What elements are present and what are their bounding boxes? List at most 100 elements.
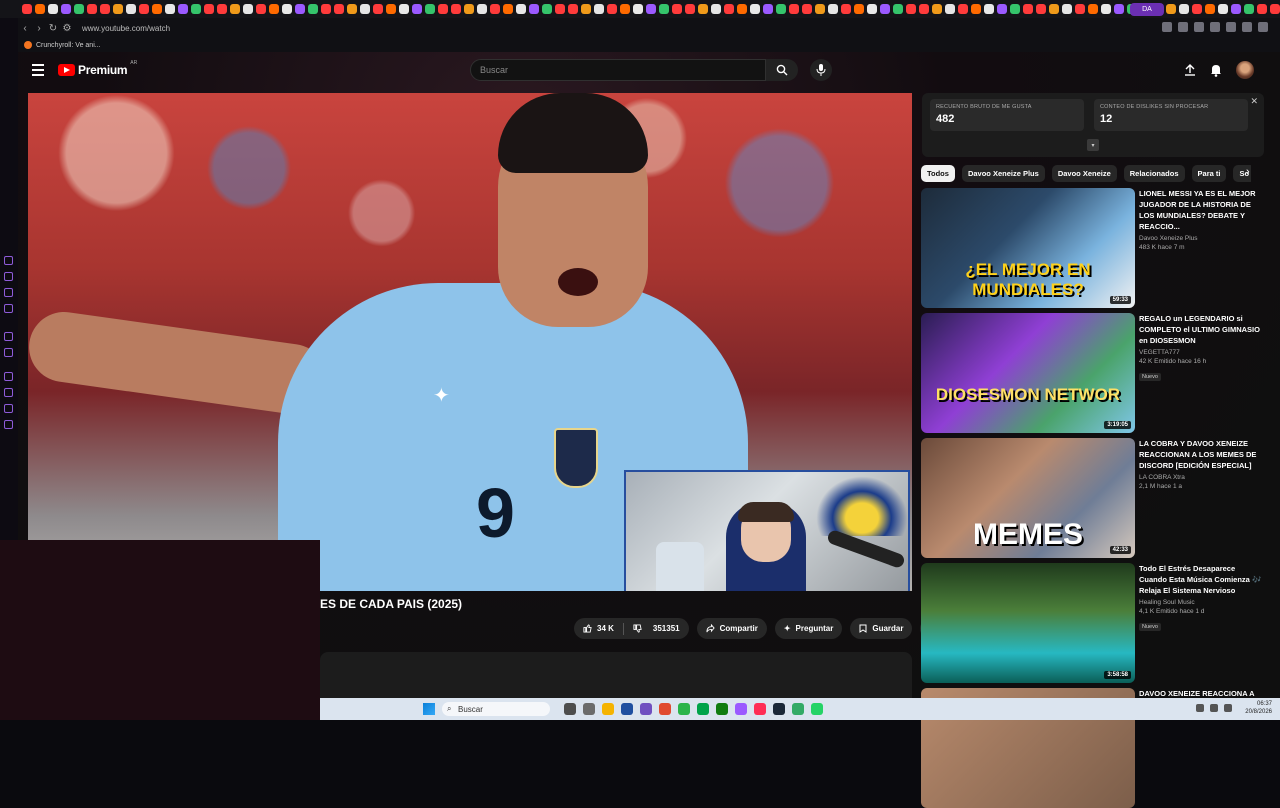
app-icon[interactable]	[792, 703, 804, 715]
browser-tab[interactable]	[191, 4, 201, 14]
browser-tab[interactable]	[724, 4, 734, 14]
browser-tab[interactable]	[1179, 4, 1189, 14]
channel-name[interactable]: LA COBRA Xtra	[1139, 474, 1265, 481]
chevron-right-icon[interactable]: ›	[1246, 166, 1250, 178]
thumbs-down-icon[interactable]	[633, 624, 642, 633]
clock-icon[interactable]	[4, 388, 13, 397]
browser-tab[interactable]	[1192, 4, 1202, 14]
browser-tab[interactable]	[828, 4, 838, 14]
like-button[interactable]: 34 K 351351	[574, 618, 689, 639]
channel-name[interactable]: VEGETTA777	[1139, 349, 1265, 356]
browser-tab[interactable]	[217, 4, 227, 14]
settings-icon[interactable]	[4, 420, 13, 429]
browser-tab[interactable]	[893, 4, 903, 14]
browser-tab[interactable]	[204, 4, 214, 14]
file-explorer-icon[interactable]	[583, 703, 595, 715]
browser-tab[interactable]	[971, 4, 981, 14]
thumbnail[interactable]: MEMES 42:33	[921, 438, 1135, 558]
browser-tab[interactable]	[438, 4, 448, 14]
browser-tab[interactable]	[1114, 4, 1124, 14]
avatar[interactable]	[1236, 61, 1254, 79]
heart-icon[interactable]	[1210, 22, 1220, 32]
browser-tab[interactable]	[711, 4, 721, 14]
browser-tab[interactable]	[1062, 4, 1072, 14]
recommendation-item[interactable]: MEMES 42:33 LA COBRA Y DAVOO XENEIZE REACC…	[921, 438, 1280, 558]
browser-tab[interactable]	[1036, 4, 1046, 14]
browser-tab[interactable]	[776, 4, 786, 14]
browser-tab[interactable]	[295, 4, 305, 14]
browser-tab[interactable]	[490, 4, 500, 14]
recommendation-item[interactable]: DIOSESMON NETWOR 3:19:05 REGALO un LEGENDA…	[921, 313, 1280, 433]
browser-tab[interactable]	[529, 4, 539, 14]
opera-icon[interactable]	[754, 703, 766, 715]
zoom-icon[interactable]	[1162, 22, 1172, 32]
ai-icon[interactable]	[1242, 22, 1252, 32]
browser-tab[interactable]	[425, 4, 435, 14]
browser-tab-strip[interactable]	[0, 0, 1280, 18]
browser-tab[interactable]	[516, 4, 526, 14]
chevron-down-icon[interactable]: ▾	[1087, 139, 1099, 151]
browser-tab[interactable]	[1075, 4, 1085, 14]
site-info-icon[interactable]: ⚙	[60, 23, 74, 34]
browser-tab[interactable]	[997, 4, 1007, 14]
browser-tab[interactable]	[698, 4, 708, 14]
chip-3[interactable]: Relacionados	[1123, 165, 1185, 182]
steam-icon[interactable]	[773, 703, 785, 715]
folder-icon[interactable]	[602, 703, 614, 715]
channel-name[interactable]: Davoo Xeneize Plus	[1139, 235, 1265, 242]
browser-tab[interactable]	[1023, 4, 1033, 14]
browser-tab[interactable]	[412, 4, 422, 14]
video-player[interactable]: ✦ 9	[28, 93, 912, 591]
close-icon[interactable]: ✕	[1250, 96, 1258, 107]
reload-icon[interactable]: ↻	[46, 23, 60, 34]
forward-icon[interactable]: ›	[32, 23, 46, 34]
browser-tab[interactable]	[1218, 4, 1228, 14]
browser-tab[interactable]	[815, 4, 825, 14]
teams-icon[interactable]	[640, 703, 652, 715]
chevron-up-icon[interactable]	[1196, 704, 1204, 712]
chip-4[interactable]: Para ti	[1191, 165, 1227, 182]
browser-tab[interactable]	[802, 4, 812, 14]
browser-tab[interactable]	[48, 4, 58, 14]
browser-tab[interactable]	[984, 4, 994, 14]
spotify-icon[interactable]	[678, 703, 690, 715]
browser-tab[interactable]	[945, 4, 955, 14]
browser-tab[interactable]	[35, 4, 45, 14]
browser-tab[interactable]	[958, 4, 968, 14]
browser-tab[interactable]	[1270, 4, 1280, 14]
search-input[interactable]: Buscar	[470, 59, 766, 81]
browser-tab[interactable]	[1231, 4, 1241, 14]
browser-tab[interactable]	[360, 4, 370, 14]
browser-tab[interactable]	[542, 4, 552, 14]
nvidia-icon[interactable]	[697, 703, 709, 715]
browser-tab[interactable]	[321, 4, 331, 14]
search-button[interactable]	[766, 59, 798, 81]
guide-menu-icon[interactable]	[32, 64, 44, 79]
back-icon[interactable]: ‹	[18, 23, 32, 34]
history-icon[interactable]	[4, 372, 13, 381]
browser-tab[interactable]	[178, 4, 188, 14]
browser-tab[interactable]	[61, 4, 71, 14]
channel-name[interactable]: Healing Soul Music	[1139, 599, 1265, 606]
chip-2[interactable]: Davoo Xeneize	[1051, 165, 1117, 182]
browser-tab[interactable]	[555, 4, 565, 14]
browser-tab[interactable]	[165, 4, 175, 14]
menu-icon[interactable]	[1258, 22, 1268, 32]
shield-icon[interactable]	[1194, 22, 1204, 32]
bookmark-crunchyroll[interactable]: Crunchyroll: Ve ani...	[36, 42, 101, 49]
browser-tab[interactable]	[308, 4, 318, 14]
sidebar-app-icon[interactable]	[4, 256, 13, 265]
browser-tab[interactable]	[633, 4, 643, 14]
voice-search-button[interactable]	[810, 59, 832, 81]
browser-tab[interactable]	[256, 4, 266, 14]
thumbnail[interactable]: 3:58:58	[921, 563, 1135, 683]
browser-tab[interactable]	[113, 4, 123, 14]
chrome-icon[interactable]	[659, 703, 671, 715]
share-button[interactable]: Compartir	[696, 618, 767, 639]
url-field[interactable]: www.youtube.com/watch	[82, 24, 170, 33]
chip-1[interactable]: Davoo Xeneize Plus	[961, 165, 1045, 182]
notifications-icon[interactable]	[1210, 64, 1222, 77]
browser-tab[interactable]	[1101, 4, 1111, 14]
browser-tab[interactable]	[607, 4, 617, 14]
youtube-logo[interactable]: Premium AR	[58, 60, 137, 77]
